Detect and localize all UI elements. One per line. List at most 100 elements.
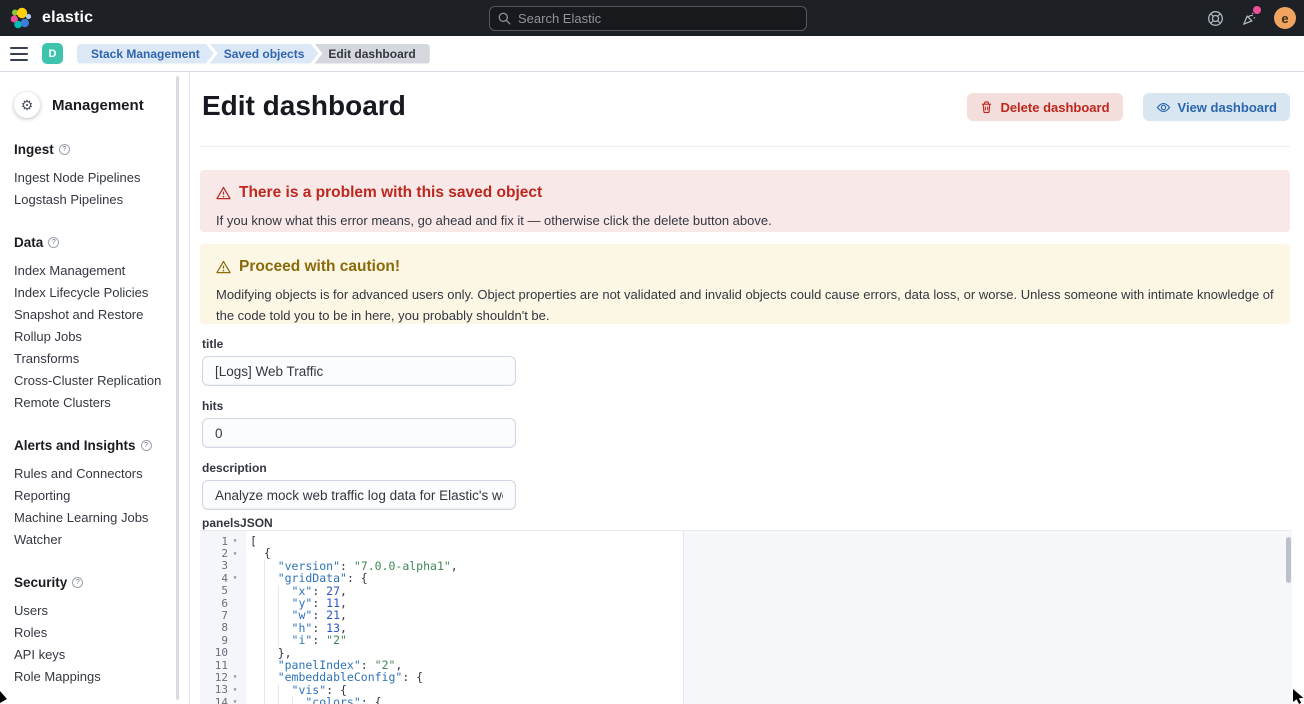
editor-scrollbar[interactable]	[1286, 537, 1291, 583]
fold-arrow-icon[interactable]: ▾	[228, 548, 242, 560]
field-title: title	[202, 337, 532, 386]
code-line[interactable]: "h": 13,	[250, 622, 1292, 634]
code-line[interactable]: [	[250, 535, 1292, 547]
breadcrumb-stack-management[interactable]: Stack Management	[77, 44, 214, 64]
search-icon	[498, 12, 511, 25]
code-line[interactable]: "y": 11,	[250, 597, 1292, 609]
fold-arrow-icon[interactable]: ▾	[228, 696, 242, 704]
code-line[interactable]: "version": "7.0.0-alpha1",	[250, 560, 1292, 572]
section-help-icon[interactable]	[72, 577, 83, 588]
sidebar-section: IngestIngest Node PipelinesLogstash Pipe…	[14, 142, 189, 211]
sidebar-item-logstash-pipelines[interactable]: Logstash Pipelines	[14, 189, 189, 211]
sidebar-item-ingest-node-pipelines[interactable]: Ingest Node Pipelines	[14, 167, 189, 189]
section-help-icon[interactable]	[48, 237, 59, 248]
sidebar-item-index-lifecycle-policies[interactable]: Index Lifecycle Policies	[14, 282, 189, 304]
error-callout: There is a problem with this saved objec…	[200, 170, 1290, 232]
editor-code[interactable]: [{"version": "7.0.0-alpha1","gridData": …	[246, 531, 1292, 704]
indent-guide	[264, 560, 278, 572]
sidebar-item-cross-cluster-replication[interactable]: Cross-Cluster Replication	[14, 370, 189, 392]
breadcrumb: Stack ManagementSaved objectsEdit dashbo…	[81, 44, 430, 64]
app-root: elastic	[0, 0, 1304, 704]
search-input[interactable]	[518, 11, 798, 26]
field-title-input[interactable]	[202, 356, 516, 386]
view-dashboard-button[interactable]: View dashboard	[1143, 93, 1290, 121]
gear-icon: ⚙	[14, 92, 40, 118]
line-number: 4	[200, 572, 228, 585]
field-description: description	[202, 461, 532, 510]
sidebar-item-roles[interactable]: Roles	[14, 622, 189, 644]
fold-arrow-icon[interactable]: ▾	[228, 671, 242, 683]
code-line[interactable]: "x": 27,	[250, 585, 1292, 597]
sidebar-item-users[interactable]: Users	[14, 600, 189, 622]
indent-guide	[292, 696, 306, 704]
section-title: Security	[14, 575, 189, 590]
sidebar-item-watcher[interactable]: Watcher	[14, 529, 189, 551]
menu-icon[interactable]	[10, 47, 28, 61]
sidebar-item-index-management[interactable]: Index Management	[14, 260, 189, 282]
fold-arrow-icon[interactable]: ▾	[228, 535, 242, 547]
breadcrumb-saved-objects[interactable]: Saved objects	[210, 44, 319, 64]
title-divider	[200, 146, 1290, 147]
section-help-icon[interactable]	[59, 144, 70, 155]
sidebar-item-role-mappings[interactable]: Role Mappings	[14, 666, 189, 688]
trash-icon	[980, 100, 993, 114]
section-title: Data	[14, 235, 189, 250]
panels-json-editor[interactable]: 1▾2▾34▾56789101112▾13▾14▾ [{"version": "…	[200, 530, 1292, 704]
line-number: 14	[200, 696, 228, 704]
caution-callout-body: Modifying objects is for advanced users …	[216, 284, 1274, 326]
global-search[interactable]	[489, 6, 807, 31]
eye-icon	[1156, 101, 1171, 114]
management-sidebar: ⚙ Management IngestIngest Node Pipelines…	[0, 72, 190, 704]
field-hits-input[interactable]	[202, 418, 516, 448]
sidebar-item-api-keys[interactable]: API keys	[14, 644, 189, 666]
indent-guide	[278, 609, 292, 621]
code-line[interactable]: "gridData": {	[250, 572, 1292, 584]
help-icon[interactable]	[1206, 9, 1224, 27]
code-line[interactable]: "colors": {	[250, 696, 1292, 704]
line-number: 9	[200, 634, 228, 647]
sidebar-header: ⚙ Management	[14, 92, 189, 118]
indent-guide	[278, 696, 292, 704]
fold-arrow-icon[interactable]: ▾	[228, 572, 242, 584]
field-hits-label: hits	[202, 399, 532, 413]
code-line[interactable]: },	[250, 647, 1292, 659]
sidebar-item-snapshot-and-restore[interactable]: Snapshot and Restore	[14, 304, 189, 326]
line-number: 3	[200, 559, 228, 572]
sidebar-item-rollup-jobs[interactable]: Rollup Jobs	[14, 326, 189, 348]
notification-badge	[1253, 6, 1261, 14]
elastic-logo[interactable]: elastic	[10, 6, 93, 30]
sidebar-title: Management	[52, 97, 144, 114]
sidebar-scrollbar[interactable]	[176, 76, 179, 700]
newsfeed-icon[interactable]	[1240, 9, 1258, 27]
sidebar-item-reporting[interactable]: Reporting	[14, 485, 189, 507]
delete-dashboard-button[interactable]: Delete dashboard	[967, 93, 1122, 121]
space-avatar[interactable]: D	[42, 43, 63, 64]
indent-guide	[264, 634, 278, 646]
indent-guide	[278, 634, 292, 646]
code-line[interactable]: "i": "2"	[250, 634, 1292, 646]
sidebar-item-transforms[interactable]: Transforms	[14, 348, 189, 370]
caution-callout: Proceed with caution! Modifying objects …	[200, 244, 1290, 324]
sidebar-item-remote-clusters[interactable]: Remote Clusters	[14, 392, 189, 414]
line-number: 10	[200, 646, 228, 659]
warning-icon	[216, 186, 231, 200]
indent-guide	[264, 609, 278, 621]
sidebar-item-rules-and-connectors[interactable]: Rules and Connectors	[14, 463, 189, 485]
indent-guide	[264, 597, 278, 609]
indent-guide	[278, 585, 292, 597]
code-line[interactable]: "w": 21,	[250, 609, 1292, 621]
code-line[interactable]: {	[250, 547, 1292, 559]
user-avatar[interactable]: e	[1274, 7, 1296, 29]
section-help-icon[interactable]	[141, 440, 152, 451]
topbar-actions: e	[1206, 0, 1296, 36]
fold-arrow-icon[interactable]: ▾	[228, 684, 242, 696]
sidebar-item-machine-learning-jobs[interactable]: Machine Learning Jobs	[14, 507, 189, 529]
error-callout-body: If you know what this error means, go ah…	[216, 210, 1274, 231]
error-callout-title: There is a problem with this saved objec…	[216, 184, 1274, 202]
code-line[interactable]: "vis": {	[250, 684, 1292, 696]
breadcrumb-edit-dashboard[interactable]: Edit dashboard	[314, 44, 429, 64]
field-description-input[interactable]	[202, 480, 516, 510]
code-line[interactable]: "embeddableConfig": {	[250, 671, 1292, 683]
line-number: 13	[200, 683, 228, 696]
indent-guide	[278, 684, 292, 696]
